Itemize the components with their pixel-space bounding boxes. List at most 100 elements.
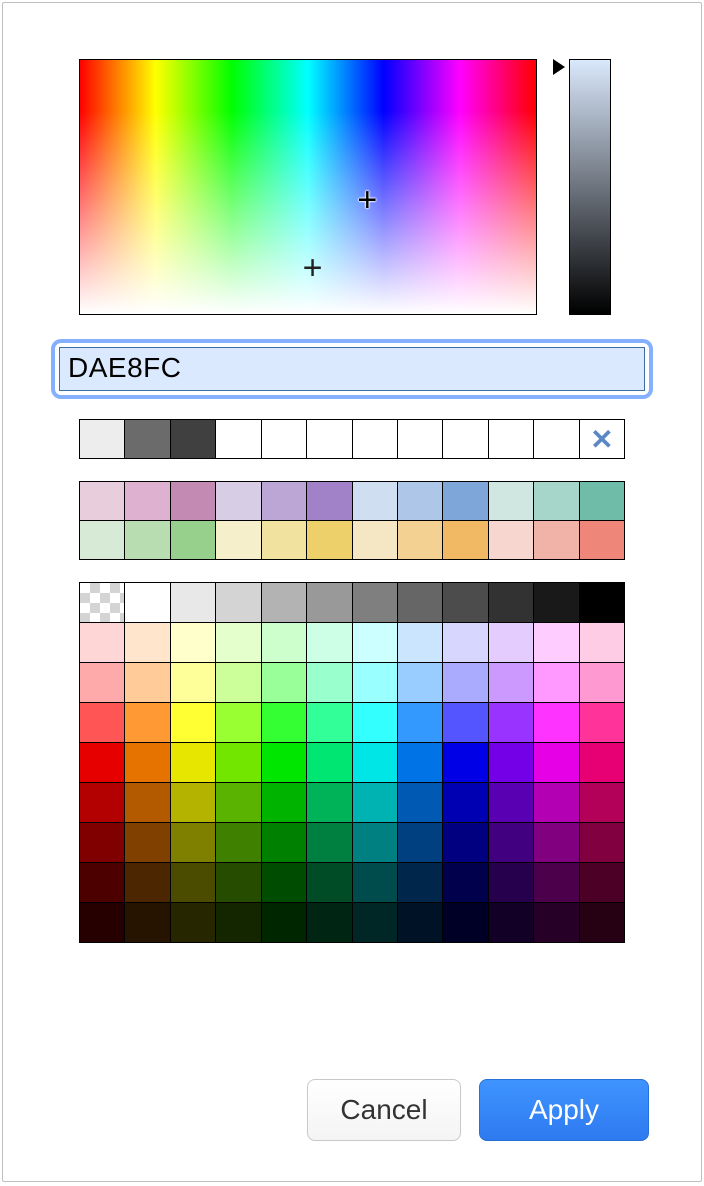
recent-color-swatch[interactable] <box>489 420 534 458</box>
preset-color-swatch[interactable] <box>307 521 352 559</box>
recent-color-swatch[interactable] <box>216 420 261 458</box>
color-swatch[interactable] <box>125 903 170 942</box>
color-swatch[interactable] <box>307 743 352 782</box>
color-swatch[interactable] <box>125 703 170 742</box>
color-swatch[interactable] <box>398 903 443 942</box>
color-swatch[interactable] <box>216 903 261 942</box>
color-swatch[interactable] <box>353 703 398 742</box>
color-swatch[interactable] <box>443 623 488 662</box>
color-swatch[interactable] <box>80 623 125 662</box>
color-swatch[interactable] <box>125 743 170 782</box>
color-swatch[interactable] <box>171 623 216 662</box>
color-swatch[interactable] <box>353 903 398 942</box>
color-swatch[interactable] <box>398 823 443 862</box>
recent-color-swatch[interactable] <box>353 420 398 458</box>
color-swatch[interactable] <box>353 583 398 622</box>
color-swatch[interactable] <box>489 663 534 702</box>
color-swatch[interactable] <box>171 743 216 782</box>
color-swatch[interactable] <box>580 623 624 662</box>
color-swatch[interactable] <box>216 863 261 902</box>
color-swatch[interactable] <box>534 703 579 742</box>
color-swatch[interactable] <box>216 583 261 622</box>
color-swatch[interactable] <box>398 863 443 902</box>
color-swatch[interactable] <box>307 783 352 822</box>
color-swatch[interactable] <box>489 903 534 942</box>
color-swatch[interactable] <box>171 903 216 942</box>
preset-color-swatch[interactable] <box>398 521 443 559</box>
color-swatch[interactable] <box>353 663 398 702</box>
preset-color-swatch[interactable] <box>353 521 398 559</box>
color-swatch[interactable] <box>580 783 624 822</box>
recent-color-swatch[interactable] <box>262 420 307 458</box>
preset-color-swatch[interactable] <box>489 521 534 559</box>
color-swatch[interactable] <box>580 703 624 742</box>
recent-color-swatch[interactable] <box>307 420 352 458</box>
preset-color-swatch[interactable] <box>534 482 579 520</box>
preset-color-swatch[interactable] <box>125 482 170 520</box>
color-swatch[interactable] <box>262 863 307 902</box>
color-swatch[interactable] <box>534 663 579 702</box>
color-swatch[interactable] <box>125 863 170 902</box>
preset-color-swatch[interactable] <box>307 482 352 520</box>
color-swatch[interactable] <box>489 823 534 862</box>
color-swatch[interactable] <box>443 863 488 902</box>
color-swatch[interactable] <box>443 903 488 942</box>
color-swatch[interactable] <box>489 863 534 902</box>
color-swatch[interactable] <box>580 823 624 862</box>
color-swatch[interactable] <box>398 783 443 822</box>
color-swatch[interactable] <box>534 823 579 862</box>
color-swatch[interactable] <box>398 663 443 702</box>
color-swatch[interactable] <box>580 743 624 782</box>
color-swatch[interactable] <box>171 783 216 822</box>
color-swatch[interactable] <box>125 823 170 862</box>
clear-recent-button[interactable]: ✕ <box>580 420 624 458</box>
recent-color-swatch[interactable] <box>398 420 443 458</box>
color-swatch[interactable] <box>80 703 125 742</box>
no-color-swatch[interactable] <box>80 583 125 622</box>
preset-color-swatch[interactable] <box>580 521 624 559</box>
preset-color-swatch[interactable] <box>353 482 398 520</box>
color-swatch[interactable] <box>216 663 261 702</box>
color-swatch[interactable] <box>307 623 352 662</box>
color-swatch[interactable] <box>489 783 534 822</box>
color-swatch[interactable] <box>171 583 216 622</box>
preset-color-swatch[interactable] <box>80 521 125 559</box>
preset-color-swatch[interactable] <box>216 521 261 559</box>
hue-saturation-picker[interactable]: + + <box>79 59 537 315</box>
color-swatch[interactable] <box>125 583 170 622</box>
color-swatch[interactable] <box>216 743 261 782</box>
recent-color-swatch[interactable] <box>534 420 579 458</box>
color-swatch[interactable] <box>262 823 307 862</box>
color-swatch[interactable] <box>262 623 307 662</box>
apply-button[interactable]: Apply <box>479 1079 649 1141</box>
color-swatch[interactable] <box>80 903 125 942</box>
recent-color-swatch[interactable] <box>171 420 216 458</box>
recent-color-swatch[interactable] <box>80 420 125 458</box>
color-swatch[interactable] <box>489 743 534 782</box>
color-swatch[interactable] <box>353 863 398 902</box>
color-swatch[interactable] <box>580 863 624 902</box>
color-swatch[interactable] <box>580 663 624 702</box>
color-swatch[interactable] <box>534 583 579 622</box>
preset-color-swatch[interactable] <box>262 521 307 559</box>
color-swatch[interactable] <box>171 823 216 862</box>
color-swatch[interactable] <box>353 623 398 662</box>
color-swatch[interactable] <box>307 863 352 902</box>
preset-color-swatch[interactable] <box>534 521 579 559</box>
color-swatch[interactable] <box>307 663 352 702</box>
preset-color-swatch[interactable] <box>443 521 488 559</box>
recent-color-swatch[interactable] <box>443 420 488 458</box>
color-swatch[interactable] <box>307 823 352 862</box>
color-swatch[interactable] <box>80 783 125 822</box>
color-swatch[interactable] <box>534 623 579 662</box>
preset-color-swatch[interactable] <box>443 482 488 520</box>
hex-input[interactable] <box>59 347 645 391</box>
color-swatch[interactable] <box>80 743 125 782</box>
color-swatch[interactable] <box>534 903 579 942</box>
color-swatch[interactable] <box>398 703 443 742</box>
color-swatch[interactable] <box>534 743 579 782</box>
color-swatch[interactable] <box>353 783 398 822</box>
color-swatch[interactable] <box>125 623 170 662</box>
cancel-button[interactable]: Cancel <box>307 1079 461 1141</box>
color-swatch[interactable] <box>171 703 216 742</box>
